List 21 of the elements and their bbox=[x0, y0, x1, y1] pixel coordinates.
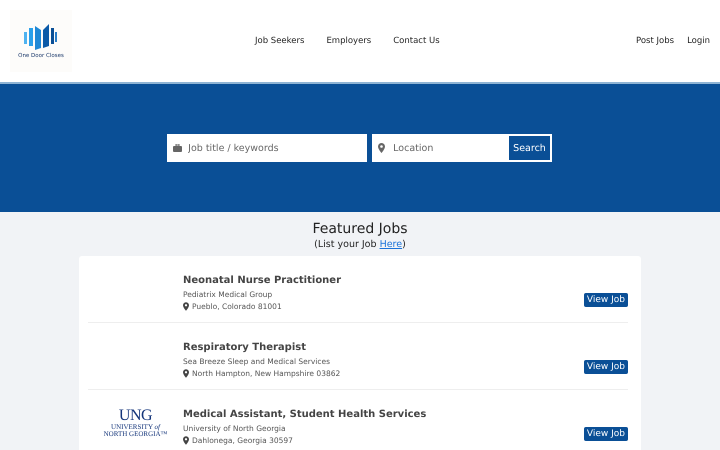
nav-link[interactable]: Job Seekers bbox=[255, 36, 304, 46]
list-job-link[interactable]: Here bbox=[380, 239, 402, 250]
nav-link[interactable]: Contact Us bbox=[393, 36, 440, 46]
logo-initials: UNG bbox=[118, 408, 152, 424]
job-title[interactable]: Neonatal Nurse Practitioner bbox=[183, 274, 584, 286]
section-title: Featured Jobs bbox=[312, 221, 408, 237]
nav-link[interactable]: Employers bbox=[326, 36, 372, 46]
job-title[interactable]: Medical Assistant, Student Health Services bbox=[183, 408, 584, 420]
view-job-button[interactable]: View Job bbox=[584, 293, 628, 307]
job-title[interactable]: Respiratory Therapist bbox=[183, 342, 584, 352]
door-panels-icon bbox=[24, 24, 58, 50]
map-pin-icon bbox=[183, 368, 189, 378]
map-pin-icon bbox=[183, 436, 189, 444]
search-button[interactable]: Search bbox=[507, 134, 552, 162]
view-job-button[interactable]: View Job bbox=[584, 427, 628, 441]
section-subtitle: (List your Job Here) bbox=[314, 239, 406, 250]
map-pin-icon bbox=[183, 302, 189, 310]
view-job-button[interactable]: View Job bbox=[584, 360, 628, 374]
location-field[interactable]: Location bbox=[372, 134, 508, 162]
nav-link[interactable]: Login bbox=[687, 36, 710, 46]
nav-link[interactable]: Post Jobs bbox=[636, 36, 674, 46]
